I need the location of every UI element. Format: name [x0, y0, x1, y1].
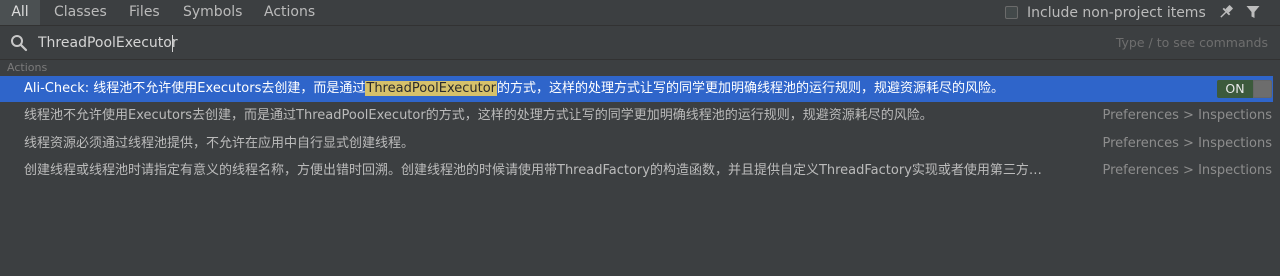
result-text: 线程资源必须通过线程池提供，不允许在应用中自行显式创建线程。: [24, 136, 415, 151]
search-row: Type / to see commands: [0, 26, 1280, 59]
tab-actions[interactable]: Actions: [264, 0, 315, 25]
result-text-prefix: Ali-Check: 线程池不允许使用Executors去创建，而是通过: [24, 81, 366, 96]
include-non-project-checkbox[interactable]: [1005, 6, 1018, 19]
include-non-project-label: Include non-project items: [1027, 4, 1206, 21]
result-row[interactable]: Ali-Check: 线程池不允许使用Executors去创建，而是通过Thre…: [0, 76, 1280, 102]
result-row[interactable]: 线程池不允许使用Executors去创建，而是通过ThreadPoolExecu…: [0, 103, 1280, 129]
result-location: Preferences > Inspections: [1102, 163, 1272, 178]
result-text: 创建线程或线程池时请指定有意义的线程名称，方便出错时回溯。创建线程池的时候请使用…: [24, 163, 1042, 178]
tab-symbols[interactable]: Symbols: [183, 0, 242, 25]
search-icon: [11, 35, 28, 52]
match-highlight: ThreadPoolExecutor: [365, 81, 498, 96]
text-caret: [172, 35, 173, 52]
filter-icon[interactable]: [1245, 4, 1261, 20]
tab-bar: All Classes Files Symbols Actions Includ…: [0, 0, 1280, 25]
search-input[interactable]: [38, 32, 938, 54]
result-text: 线程池不允许使用Executors去创建，而是通过ThreadPoolExecu…: [24, 108, 933, 123]
pin-icon[interactable]: [1217, 3, 1235, 21]
result-text: Ali-Check: 线程池不允许使用Executors去创建，而是通过Thre…: [24, 76, 1004, 102]
result-text-suffix: 的方式，这样的处理方式让写的同学更加明确线程池的运行规则，规避资源耗尽的风险。: [497, 81, 1005, 96]
tab-all[interactable]: All: [0, 0, 40, 25]
toggle-knob: [1254, 81, 1271, 97]
divider: [0, 59, 1280, 60]
on-off-toggle[interactable]: ON: [1217, 80, 1272, 98]
result-location: Preferences > Inspections: [1102, 108, 1272, 123]
result-row[interactable]: 线程资源必须通过线程池提供，不允许在应用中自行显式创建线程。 Preferenc…: [0, 131, 1280, 157]
section-header-actions: Actions: [7, 61, 48, 74]
commands-hint: Type / to see commands: [1115, 35, 1268, 50]
tab-files[interactable]: Files: [129, 0, 160, 25]
scrollbar[interactable]: [1273, 74, 1280, 185]
empty-results-area: [0, 185, 1280, 276]
result-row[interactable]: 创建线程或线程池时请指定有意义的线程名称，方便出错时回溯。创建线程池的时候请使用…: [0, 158, 1280, 184]
result-location: Preferences > Inspections: [1102, 136, 1272, 151]
search-everywhere-popup: All Classes Files Symbols Actions Includ…: [0, 0, 1280, 276]
toggle-on-label: ON: [1217, 80, 1253, 98]
tab-classes[interactable]: Classes: [54, 0, 107, 25]
include-non-project-option[interactable]: Include non-project items: [1005, 4, 1206, 21]
